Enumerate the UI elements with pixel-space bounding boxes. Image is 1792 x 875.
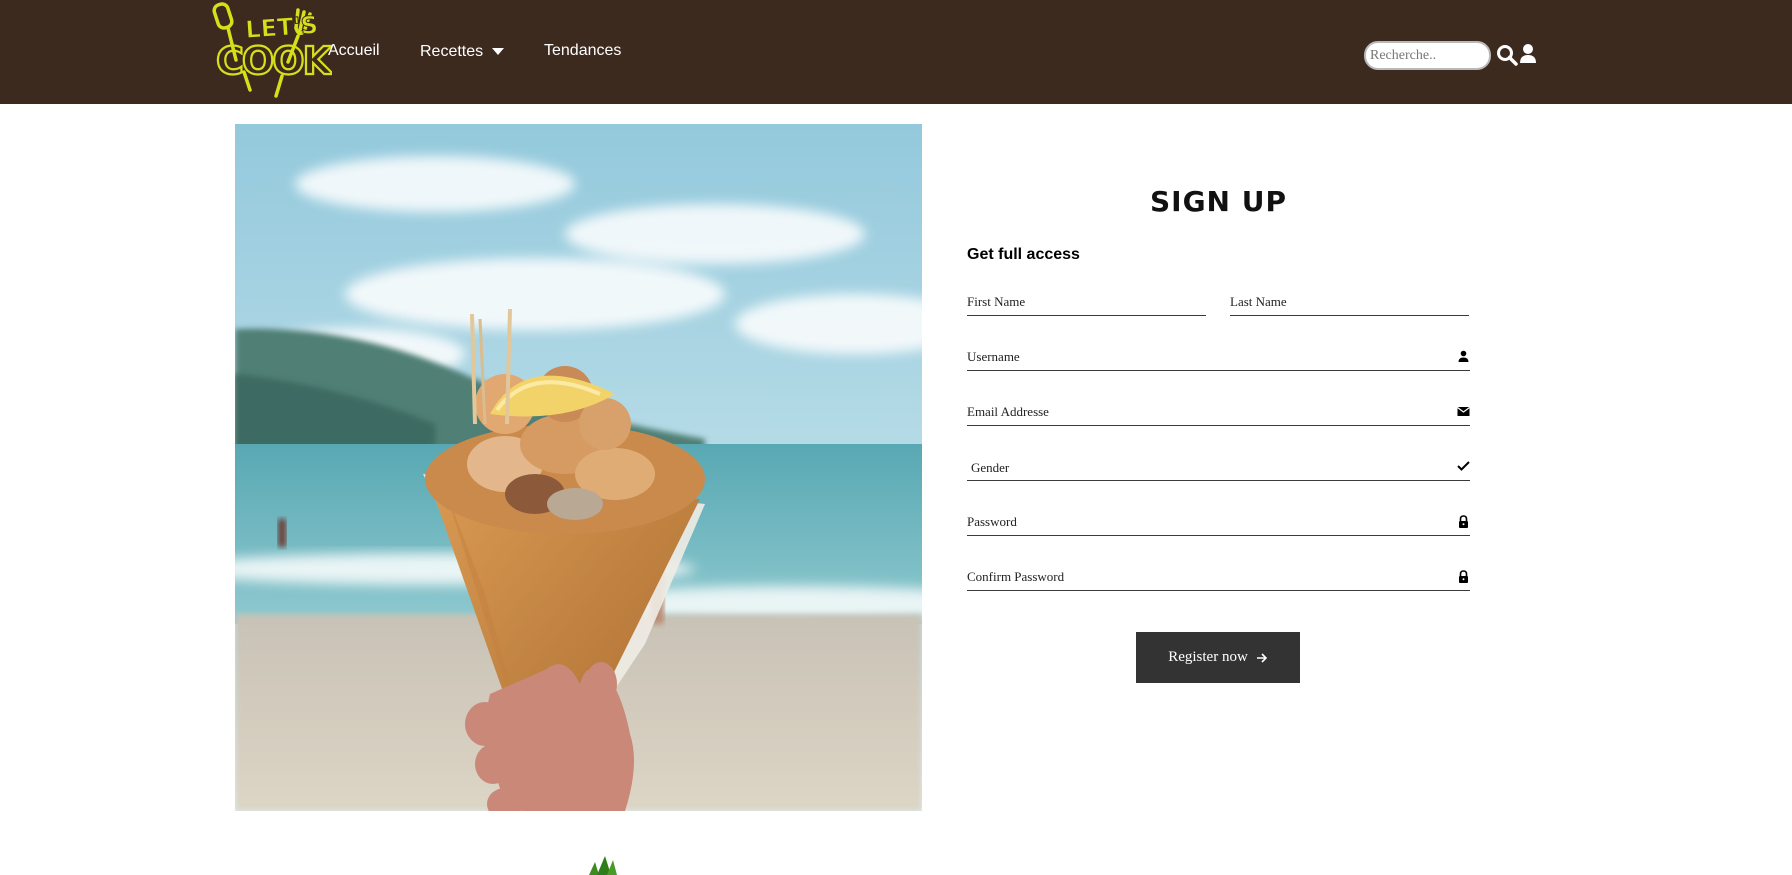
password-field [967,510,1470,536]
last-name-field [1230,290,1469,316]
lets-cook-logo[interactable]: LET'S COOK [212,0,337,100]
last-name-input[interactable] [1230,290,1469,314]
check-icon [1457,461,1470,471]
register-button-label: Register now [1168,649,1248,665]
form-title: SIGN UP [1149,185,1287,218]
nav-accueil[interactable]: Accueil [328,42,380,60]
top-navbar: LET'S COOK Accueil Recettes Tendances [0,0,1792,104]
leaf-icon [585,856,619,875]
food-cone-photo [235,124,922,811]
password-input[interactable] [967,510,1470,534]
first-name-field [967,290,1206,316]
svg-text:COOK: COOK [216,39,332,83]
person-icon [1458,350,1469,362]
arrow-right-icon [1256,652,1267,663]
envelope-icon [1457,407,1470,416]
nav-recettes-label: Recettes [420,43,484,60]
first-name-input[interactable] [967,290,1206,314]
username-input[interactable] [967,345,1470,369]
confirm-password-input[interactable] [967,565,1470,589]
search-input[interactable] [1364,41,1491,70]
nav-recettes[interactable]: Recettes [420,43,505,61]
email-field [967,400,1470,426]
gender-field: Gender [967,455,1470,481]
gender-select[interactable]: Gender [967,455,1470,479]
register-button[interactable]: Register now [1136,632,1300,683]
nav-tendances[interactable]: Tendances [544,42,621,60]
user-icon[interactable] [1519,43,1537,65]
caret-down-icon [492,48,505,56]
spatula-fork-logo-icon: LET'S COOK [212,2,337,98]
lock-icon [1459,570,1468,583]
confirm-password-field [967,565,1470,591]
username-field [967,345,1470,371]
form-subtitle: Get full access [967,246,1080,263]
search-icon[interactable] [1496,44,1518,66]
email-input[interactable] [967,400,1470,424]
lock-icon [1459,515,1468,528]
